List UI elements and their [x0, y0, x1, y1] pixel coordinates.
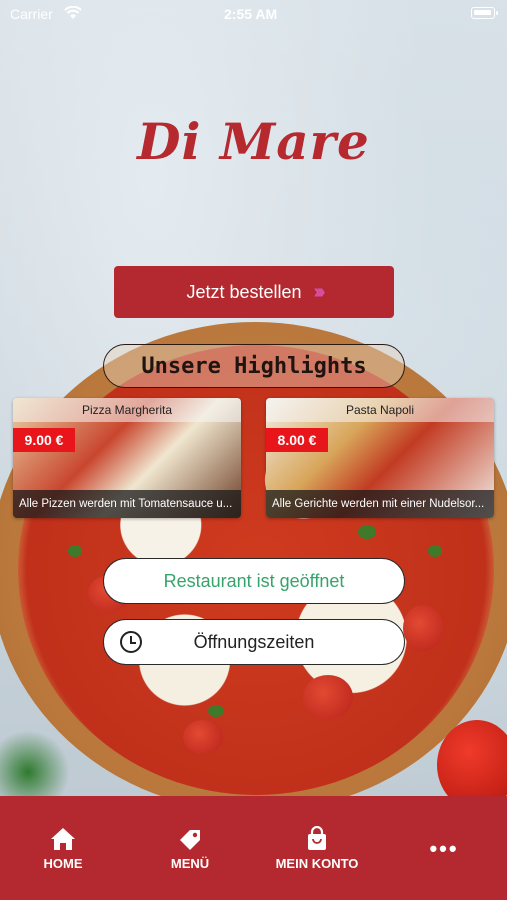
highlights-heading: Unsere Highlights: [103, 344, 405, 388]
highlight-card-title: Pizza Margherita: [13, 398, 241, 422]
highlight-card-description: Alle Gerichte werden mit einer Nudelsor.…: [266, 490, 494, 518]
home-icon: [51, 828, 75, 850]
basil-decoration: [428, 545, 442, 557]
tab-menu[interactable]: MENÜ: [135, 826, 245, 871]
tab-bar: HOME MENÜ MEIN KONTO •••: [0, 796, 507, 900]
basil-decoration: [208, 705, 224, 717]
opening-hours-button[interactable]: Öffnungszeiten: [103, 619, 405, 665]
restaurant-open-status[interactable]: Restaurant ist geöffnet: [103, 558, 405, 604]
order-now-label: Jetzt bestellen: [186, 281, 302, 302]
basil-decoration: [68, 545, 82, 557]
battery-icon: [471, 7, 498, 19]
carrier-label: Carrier: [10, 6, 53, 22]
clock-icon: [120, 631, 142, 653]
basil-decoration: [358, 525, 376, 539]
tab-more[interactable]: •••: [389, 836, 499, 862]
clock-time: 2:55 AM: [224, 6, 278, 22]
tomato-decoration: [183, 720, 223, 754]
double-chevron-right-icon: ›››: [313, 280, 326, 303]
herb-decoration: [0, 730, 70, 800]
shopping-bag-icon: [308, 826, 326, 850]
more-icon: •••: [429, 836, 459, 861]
open-status-label: Restaurant ist geöffnet: [163, 570, 345, 591]
opening-hours-label: Öffnungszeiten: [193, 631, 315, 652]
price-badge: 9.00 €: [13, 428, 75, 452]
status-bar: Carrier 2:55 AM: [0, 0, 507, 28]
tab-menu-label: MENÜ: [170, 856, 210, 871]
restaurant-logo: Di Mare: [137, 112, 370, 171]
highlight-card-description: Alle Pizzen werden mit Tomatensauce u...: [13, 490, 241, 518]
order-now-button[interactable]: Jetzt bestellen ›››: [114, 266, 394, 318]
tag-icon: [180, 830, 200, 850]
wifi-icon: [64, 5, 82, 23]
tomato-decoration: [403, 605, 443, 651]
highlight-card-pasta[interactable]: Pasta Napoli 8.00 € Alle Gerichte werden…: [266, 398, 494, 518]
highlight-card-title: Pasta Napoli: [266, 398, 494, 422]
price-badge: 8.00 €: [266, 428, 328, 452]
tab-home[interactable]: HOME: [8, 826, 118, 871]
tomato-decoration: [303, 675, 353, 719]
tab-my-account[interactable]: MEIN KONTO: [262, 826, 372, 871]
tab-my-account-label: MEIN KONTO: [275, 856, 359, 871]
highlight-card-pizza[interactable]: Pizza Margherita 9.00 € Alle Pizzen werd…: [13, 398, 241, 518]
tab-home-label: HOME: [43, 856, 83, 871]
